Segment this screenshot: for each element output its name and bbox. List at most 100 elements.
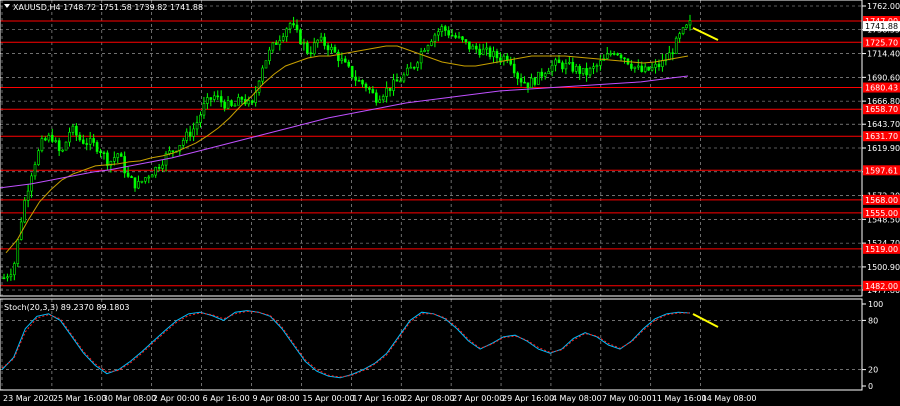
level-label: 1568.00 [865,196,898,205]
candle-body [6,276,9,279]
symbol-header-text: XAUUSD,H4 1748.72 1751.58 1739.82 1741.8… [13,3,203,12]
candle-body [347,61,351,67]
candle-body [650,67,654,71]
candle-body [71,125,75,133]
candle-body [54,140,58,142]
candle-body [643,66,647,72]
candle-body [350,65,354,78]
candle-body [678,33,681,39]
candle-body [392,79,395,91]
candle-body [550,64,554,72]
stoch-tick-label: 80 [868,316,878,325]
candle-body [226,100,230,109]
candle-body [640,65,644,72]
stoch-tick-label: 0 [868,382,873,391]
candle-body [657,63,661,67]
candle-body [647,66,650,71]
candle-body [61,149,64,152]
candle-body [433,34,437,42]
candle-body [140,180,144,183]
time-label: 30 Mar 08:00 [103,394,156,403]
candle-body [454,35,457,38]
candle-body [264,60,268,69]
candle-body [557,59,561,64]
candle-body [464,39,468,43]
candle-body [157,166,161,169]
candle-body [488,47,492,58]
candle-body [447,30,450,36]
candle-body [533,77,537,85]
candle-body [357,80,361,82]
candle-body [561,62,564,70]
time-label: 2 Apr 00:00 [153,394,200,403]
candle-body [2,277,6,280]
candle-body [661,59,664,67]
time-label: 7 May 00:00 [602,394,652,403]
candle-body [457,36,461,39]
candle-body [78,134,82,141]
time-label: 22 Apr 08:00 [402,394,454,403]
stoch-tick-label: 100 [868,300,883,309]
candle-body [412,66,416,69]
candle-body [88,138,92,145]
candle-body [375,92,378,103]
candle-body [519,78,523,83]
price-tick-label: 1690.60 [867,73,900,82]
candle-body [512,63,516,74]
candle-body [385,87,388,97]
time-label: 25 Mar 16:00 [53,394,106,403]
candle-body [547,71,550,75]
candle-body [288,23,292,30]
candle-body [595,65,599,68]
candle-body [540,71,544,77]
candle-body [212,95,216,100]
candle-body [685,24,688,29]
stoch-header-text: Stoch(20,3,3) 89.2370 89.1803 [4,303,130,312]
candle-body [564,63,568,70]
price-tick-label: 1714.40 [867,50,900,59]
candle-body [440,26,444,32]
trading-chart[interactable]: 1762.001738.351714.401690.601666.801643.… [0,0,900,406]
candle-body [319,36,323,41]
candle-body [316,39,319,44]
chart-background [0,0,900,406]
current-price-label: 1741.88 [865,22,898,31]
candle-body [161,164,164,169]
candle-body [306,42,309,54]
candle-body [171,150,175,153]
candle-body [609,53,613,55]
candle-body [516,72,519,79]
candle-body [64,141,68,151]
candle-body [574,65,578,72]
candle-body [330,46,333,51]
candle-body [75,125,78,136]
candle-body [271,42,275,51]
candle-body [237,97,240,106]
candle-body [281,36,285,41]
price-tick-label: 1500.90 [867,263,900,272]
symbol-header: XAUUSD,H4 1748.72 1751.58 1739.82 1741.8… [4,3,203,12]
candle-body [133,177,137,189]
candle-body [150,174,154,178]
candle-body [526,82,530,88]
candle-body [371,89,375,94]
candle-body [295,24,299,31]
candle-body [44,138,47,141]
candle-body [468,41,471,50]
time-label: 14 May 08:00 [702,394,757,403]
candle-body [181,140,185,146]
candle-body [130,176,133,178]
candle-body [588,68,592,76]
candle-body [309,52,313,55]
candle-body [585,68,588,76]
time-label: 15 Apr 00:00 [302,394,354,403]
candle-body [57,140,61,151]
candle-body [530,77,533,88]
candle-body [368,87,371,90]
candle-body [192,128,195,137]
candle-body [99,151,102,154]
candle-body [654,63,657,68]
candle-body [630,63,633,69]
candle-body [233,104,237,107]
candle-body [106,152,109,166]
